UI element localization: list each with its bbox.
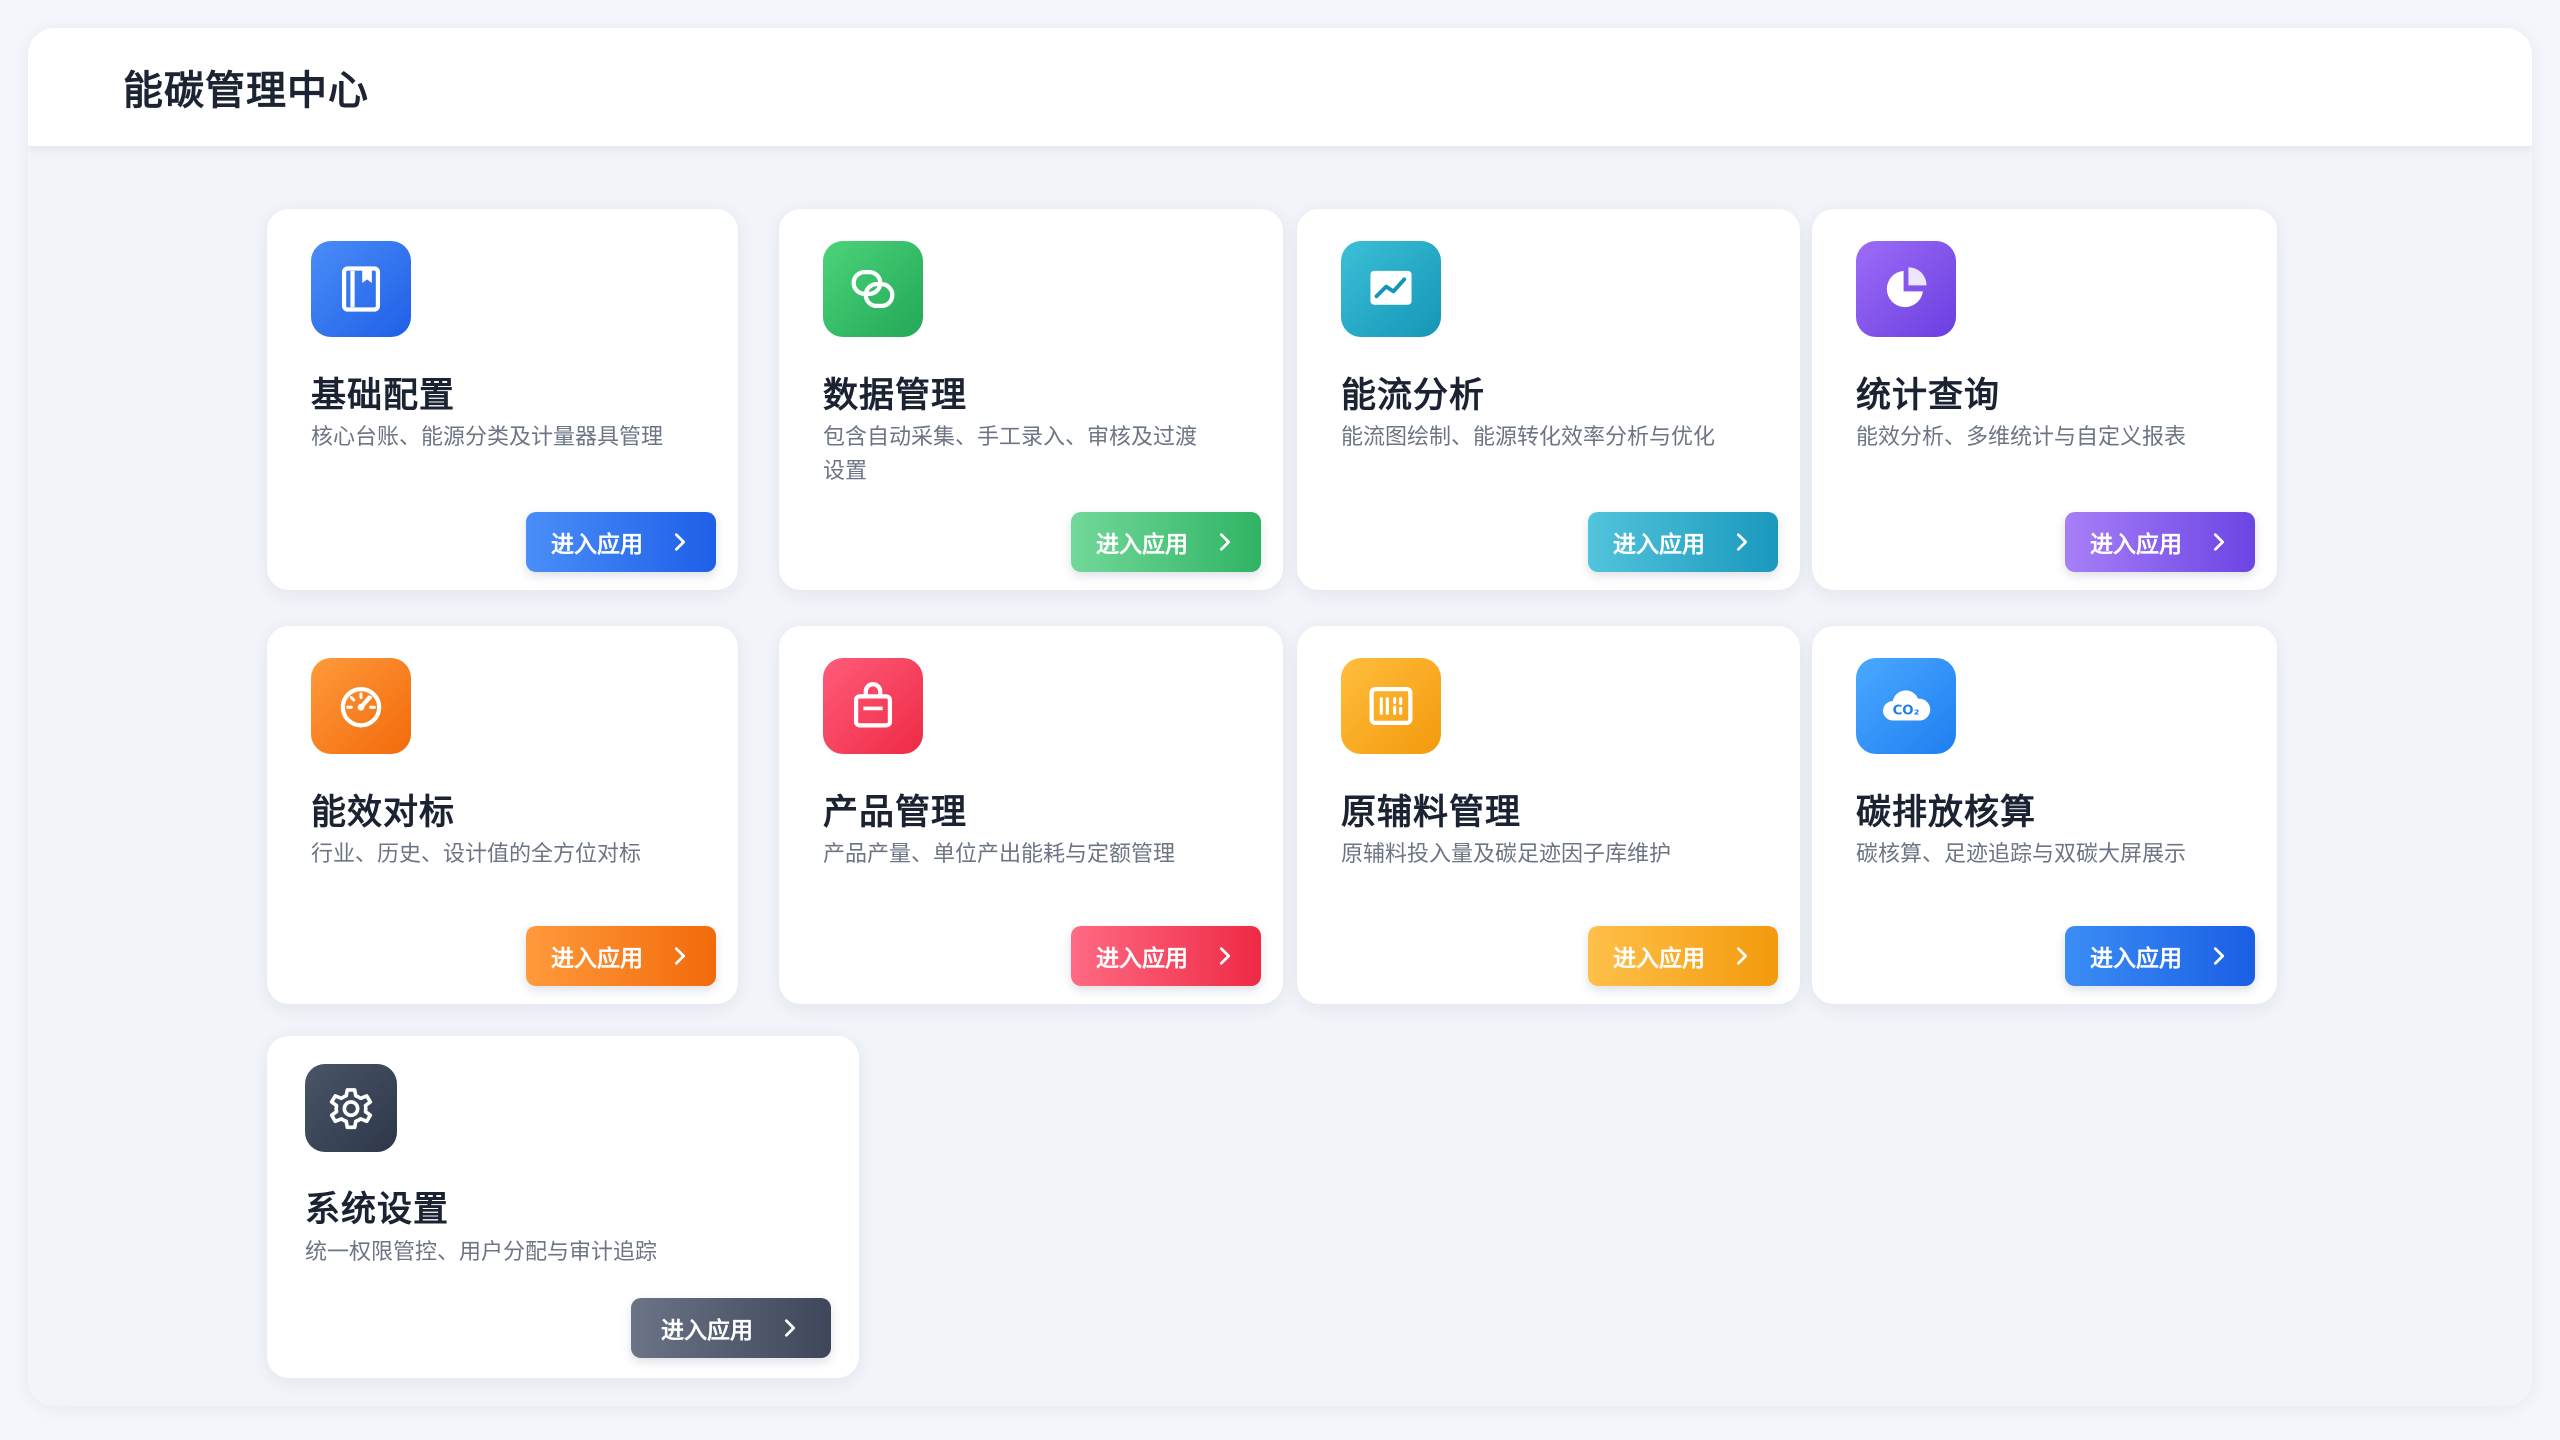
card-description: 碳核算、足迹追踪与双碳大屏展示 (1856, 842, 2187, 867)
app-card-basic-config: 基础配置 核心台账、能源分类及计量器具管理 进入应用 (267, 209, 738, 590)
speedometer-icon (311, 658, 411, 754)
link-icon (823, 241, 923, 337)
enter-app-button-product-management[interactable]: 进入应用 (1071, 926, 1261, 986)
card-title: 原辅料管理 (1341, 793, 1522, 833)
button-label: 进入应用 (551, 532, 643, 558)
app-card-product-management: 产品管理 产品产量、单位产出能耗与定额管理 进入应用 (779, 626, 1283, 1004)
button-label: 进入应用 (2090, 532, 2182, 558)
app-window: 能碳管理中心 基础配置 核心台账、能源分类及计量器具管理 进入应用 数据管理 包… (28, 28, 2532, 1406)
card-title: 数据管理 (823, 376, 968, 416)
card-description: 原辅料投入量及碳足迹因子库维护 (1341, 842, 1672, 867)
ledger-book-icon (311, 241, 411, 337)
enter-app-button-data-management[interactable]: 进入应用 (1071, 512, 1261, 572)
chevron-right-icon (1736, 947, 1748, 965)
card-title: 产品管理 (823, 793, 968, 833)
co2-cloud-icon: CO₂ (1856, 658, 1956, 754)
material-panel-icon (1341, 658, 1441, 754)
card-description: 核心台账、能源分类及计量器具管理 (311, 425, 664, 450)
chevron-right-icon (2213, 533, 2225, 551)
card-description: 产品产量、单位产出能耗与定额管理 (823, 842, 1176, 867)
app-card-data-management: 数据管理 包含自动采集、手工录入、审核及过渡设置 进入应用 (779, 209, 1283, 590)
card-description: 包含自动采集、手工录入、审核及过渡设置 (823, 425, 1198, 484)
app-card-energy-flow: 能流分析 能流图绘制、能源转化效率分析与优化 进入应用 (1297, 209, 1800, 590)
pie-chart-icon (1856, 241, 1956, 337)
card-description: 能效分析、多维统计与自定义报表 (1856, 425, 2187, 450)
chevron-right-icon (1736, 533, 1748, 551)
app-card-material-management: 原辅料管理 原辅料投入量及碳足迹因子库维护 进入应用 (1297, 626, 1800, 1004)
trend-chart-icon (1341, 241, 1441, 337)
svg-text:CO₂: CO₂ (1893, 703, 1920, 718)
card-description: 统一权限管控、用户分配与审计追踪 (305, 1240, 658, 1265)
shopping-bag-icon (823, 658, 923, 754)
enter-app-button-system-settings[interactable]: 进入应用 (631, 1298, 831, 1358)
chevron-right-icon (2213, 947, 2225, 965)
chevron-right-icon (674, 533, 686, 551)
enter-app-button-statistics[interactable]: 进入应用 (2065, 512, 2255, 572)
app-card-system-settings: 系统设置 统一权限管控、用户分配与审计追踪 进入应用 (267, 1036, 859, 1378)
button-label: 进入应用 (1613, 532, 1705, 558)
button-label: 进入应用 (1096, 946, 1188, 972)
chevron-right-icon (784, 1319, 796, 1337)
enter-app-button-material-management[interactable]: 进入应用 (1588, 926, 1778, 986)
button-label: 进入应用 (1613, 946, 1705, 972)
enter-app-button-benchmark[interactable]: 进入应用 (526, 926, 716, 986)
button-label: 进入应用 (1096, 532, 1188, 558)
button-label: 进入应用 (551, 946, 643, 972)
chevron-right-icon (674, 947, 686, 965)
app-card-benchmark: 能效对标 行业、历史、设计值的全方位对标 进入应用 (267, 626, 738, 1004)
chevron-right-icon (1219, 947, 1231, 965)
header-bar: 能碳管理中心 (28, 28, 2532, 146)
enter-app-button-carbon-accounting[interactable]: 进入应用 (2065, 926, 2255, 986)
chevron-right-icon (1219, 533, 1231, 551)
button-label: 进入应用 (2090, 946, 2182, 972)
card-description: 行业、历史、设计值的全方位对标 (311, 842, 642, 867)
card-title: 能效对标 (311, 793, 456, 833)
page-title: 能碳管理中心 (123, 68, 369, 114)
button-label: 进入应用 (661, 1318, 753, 1344)
gear-icon (305, 1064, 397, 1152)
card-title: 碳排放核算 (1856, 793, 2037, 833)
card-title: 基础配置 (311, 376, 456, 416)
card-title: 统计查询 (1856, 376, 2001, 416)
enter-app-button-energy-flow[interactable]: 进入应用 (1588, 512, 1778, 572)
app-card-statistics: 统计查询 能效分析、多维统计与自定义报表 进入应用 (1812, 209, 2277, 590)
card-description: 能流图绘制、能源转化效率分析与优化 (1341, 425, 1716, 450)
card-title: 系统设置 (305, 1190, 450, 1230)
app-card-carbon-accounting: CO₂ 碳排放核算 碳核算、足迹追踪与双碳大屏展示 进入应用 (1812, 626, 2277, 1004)
enter-app-button-basic-config[interactable]: 进入应用 (526, 512, 716, 572)
card-title: 能流分析 (1341, 376, 1486, 416)
